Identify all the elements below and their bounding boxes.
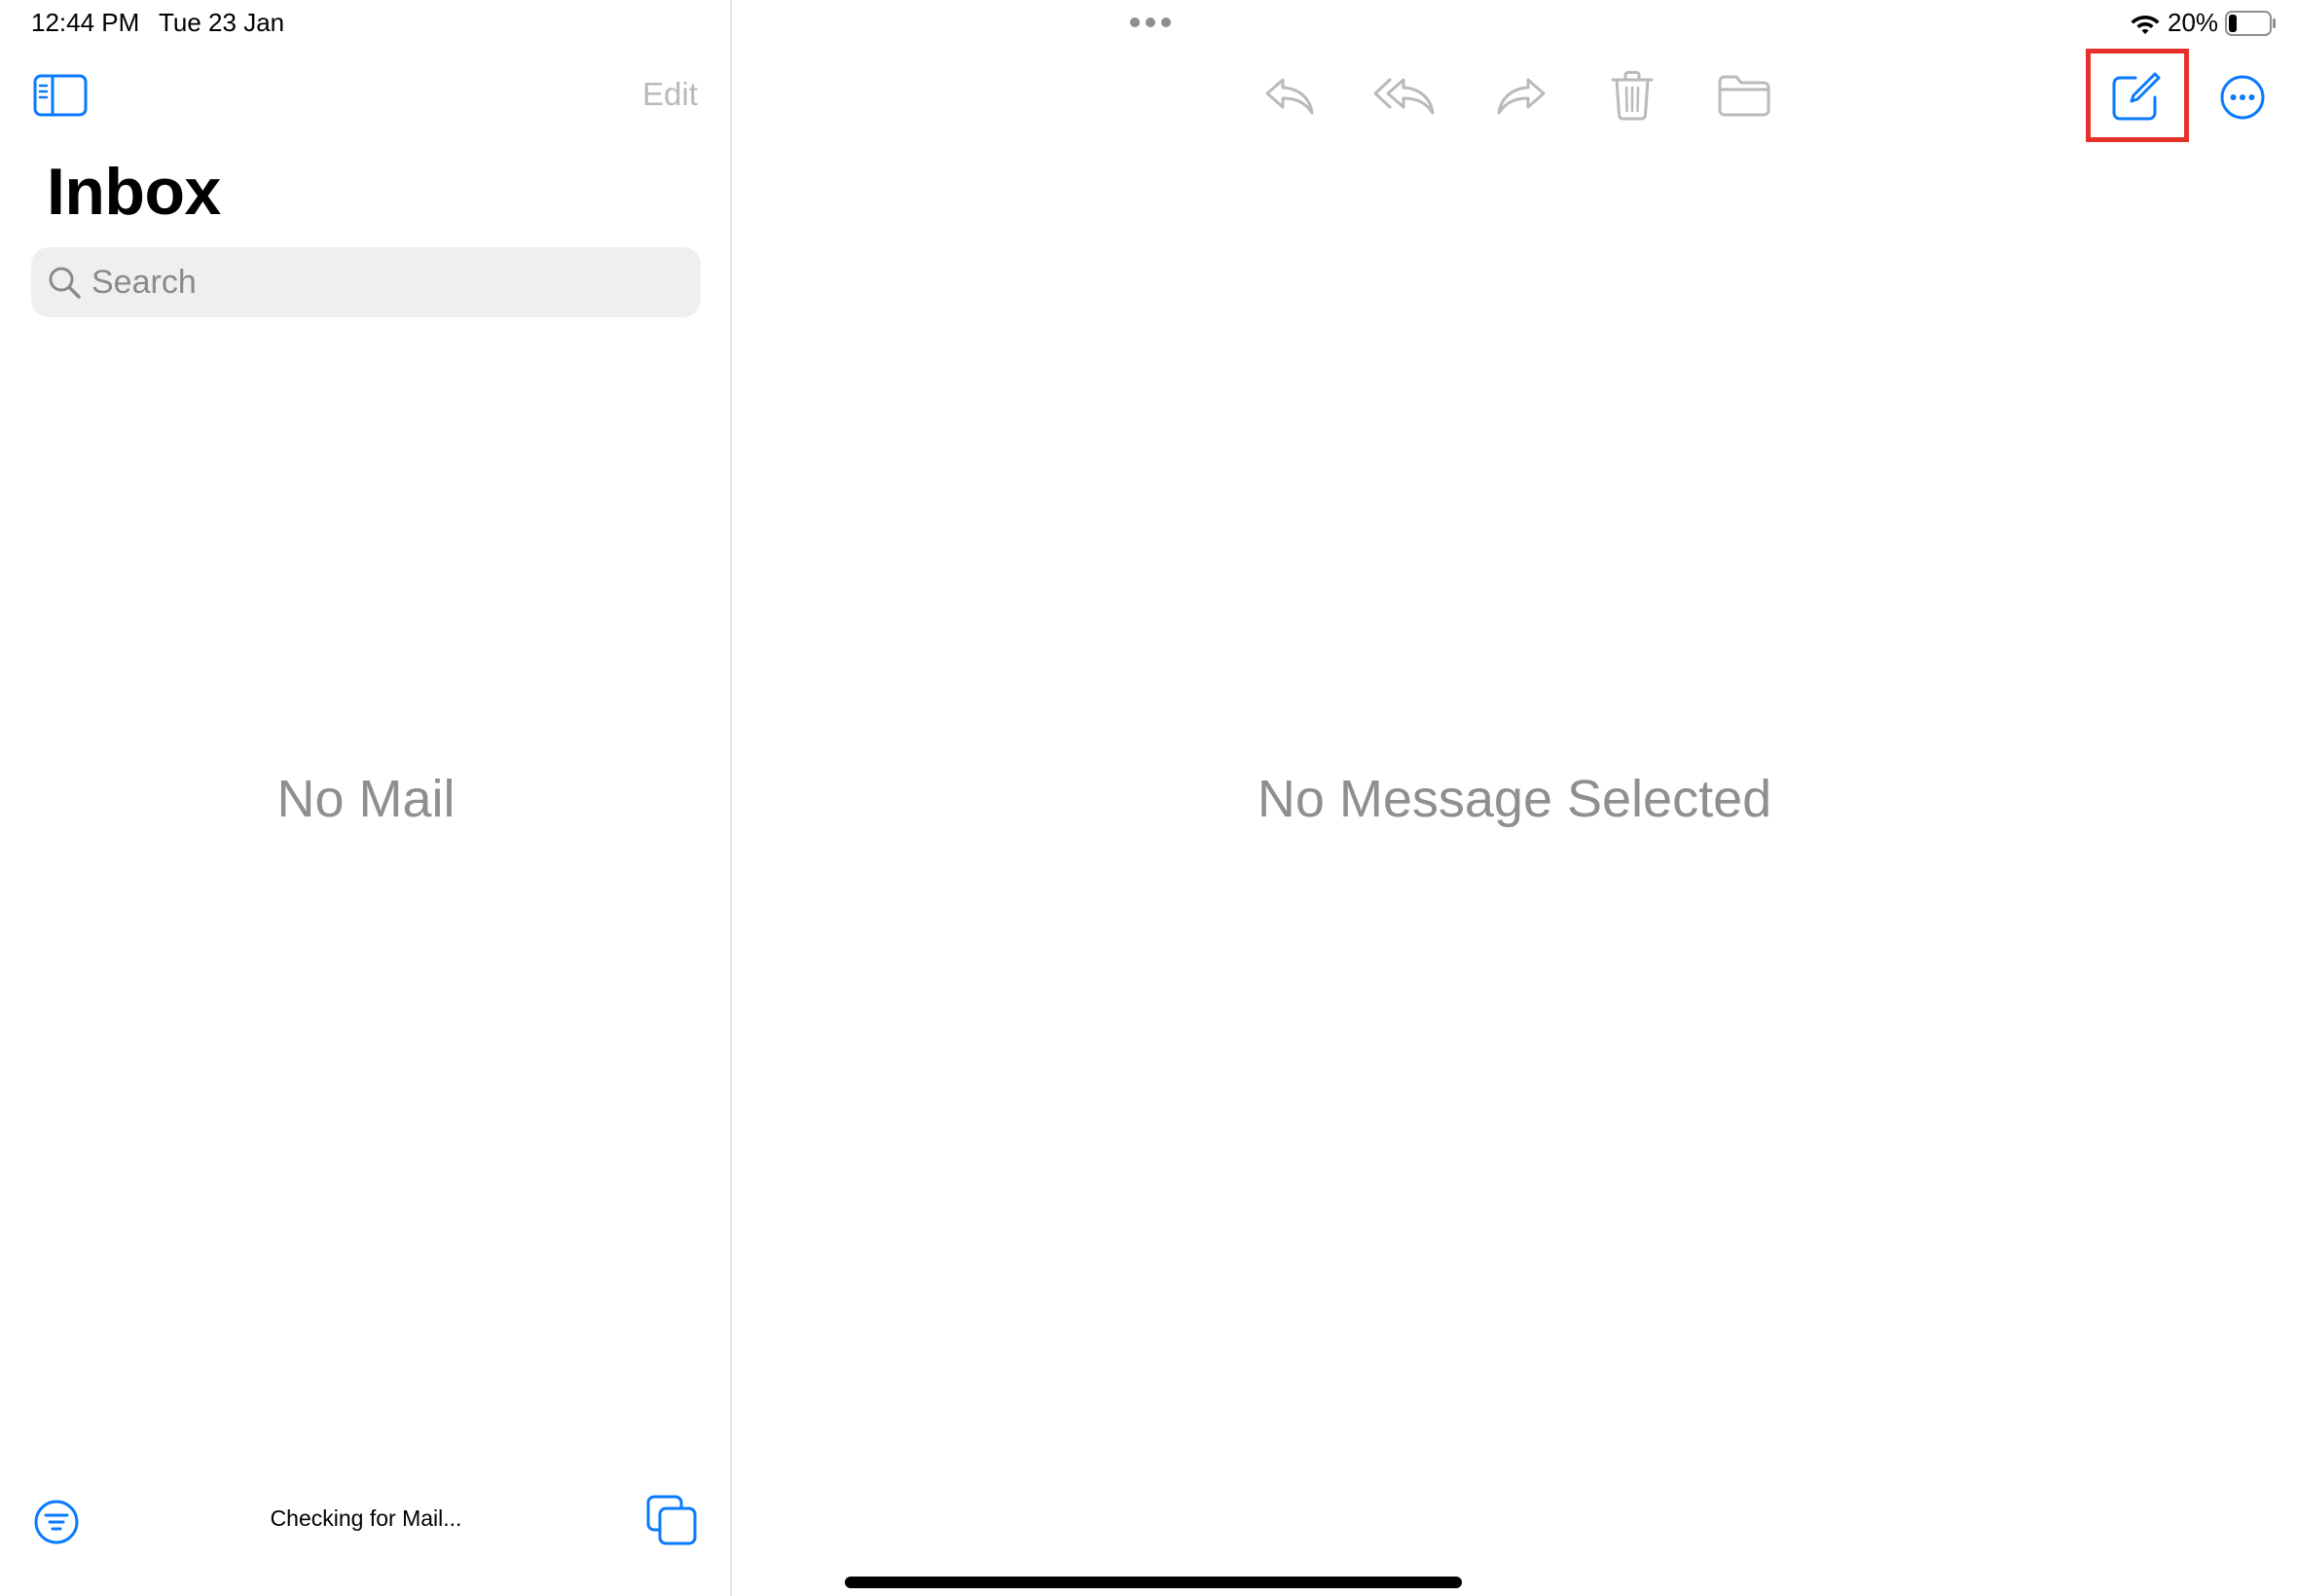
mail-sync-status: Checking for Mail... bbox=[270, 1505, 462, 1531]
sidebar-toggle-icon[interactable] bbox=[33, 74, 88, 117]
search-input[interactable] bbox=[90, 247, 674, 317]
trash-icon[interactable] bbox=[1610, 70, 1655, 121]
empty-detail-message: No Message Selected bbox=[1257, 770, 1772, 828]
multitasking-dots[interactable] bbox=[1130, 18, 1171, 27]
edit-button[interactable]: Edit bbox=[642, 76, 698, 113]
search-bar[interactable] bbox=[31, 247, 701, 317]
reply-icon[interactable] bbox=[1261, 72, 1316, 119]
folder-icon[interactable] bbox=[1717, 74, 1771, 117]
battery-percentage: 20% bbox=[2168, 8, 2219, 37]
mailbox-pane: Edit Inbox No Mail Checking for Mail... bbox=[0, 0, 732, 1596]
battery-icon bbox=[2225, 11, 2276, 36]
empty-mailbox-message: No Mail bbox=[276, 770, 456, 828]
wifi-icon bbox=[2131, 16, 2160, 34]
windows-icon[interactable] bbox=[646, 1495, 697, 1545]
page-title: Inbox bbox=[47, 155, 221, 229]
forward-icon[interactable] bbox=[1495, 72, 1550, 119]
reply-all-icon[interactable] bbox=[1372, 72, 1437, 119]
home-indicator[interactable] bbox=[845, 1577, 1462, 1588]
compose-icon[interactable] bbox=[2110, 70, 2165, 123]
search-icon bbox=[49, 267, 81, 299]
more-icon[interactable] bbox=[2219, 74, 2266, 121]
